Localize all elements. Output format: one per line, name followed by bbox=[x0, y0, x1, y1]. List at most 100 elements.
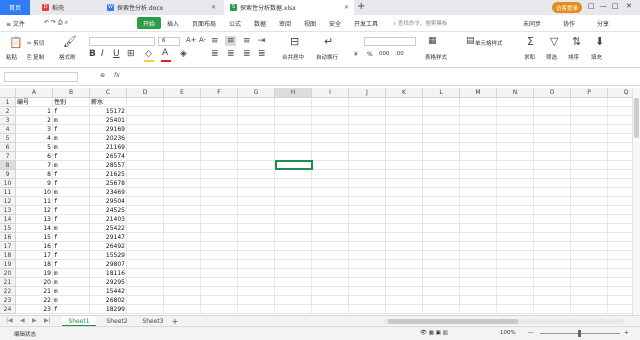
table-cell[interactable]: 15172 bbox=[90, 107, 127, 116]
table-cell[interactable]: 8 bbox=[16, 170, 53, 179]
row-header[interactable]: 23 bbox=[0, 296, 16, 305]
table-cell[interactable] bbox=[497, 278, 534, 287]
table-cell[interactable] bbox=[386, 143, 423, 152]
select-all-corner[interactable] bbox=[0, 88, 16, 98]
table-cell[interactable] bbox=[201, 170, 238, 179]
row-header[interactable]: 8 bbox=[0, 161, 16, 170]
table-cell[interactable]: f bbox=[53, 251, 90, 260]
fill-label[interactable]: 填充 bbox=[591, 53, 602, 61]
view-mode-icons[interactable]: 👁 ▦ ▣ ▥ bbox=[420, 330, 448, 336]
table-cell[interactable] bbox=[534, 215, 571, 224]
merge-icon[interactable]: ⊟ bbox=[290, 36, 299, 47]
sheet-last-icon[interactable]: ▶| bbox=[44, 317, 51, 324]
tab-docer[interactable]: D 稻壳 bbox=[36, 0, 98, 15]
table-cell[interactable] bbox=[534, 125, 571, 134]
table-cell[interactable] bbox=[164, 278, 201, 287]
table-cell[interactable] bbox=[312, 161, 349, 170]
table-cell[interactable] bbox=[349, 242, 386, 251]
table-cell[interactable]: f bbox=[53, 305, 90, 314]
table-cell[interactable] bbox=[534, 98, 571, 107]
table-cell[interactable]: m bbox=[53, 287, 90, 296]
table-cell[interactable] bbox=[127, 143, 164, 152]
cell-style-icon[interactable]: ▤ bbox=[466, 37, 475, 46]
table-cell[interactable] bbox=[201, 215, 238, 224]
table-cell[interactable] bbox=[386, 224, 423, 233]
table-cell[interactable] bbox=[238, 134, 275, 143]
table-cell[interactable] bbox=[534, 296, 571, 305]
table-cell[interactable] bbox=[423, 251, 460, 260]
table-cell[interactable] bbox=[275, 125, 312, 134]
table-cell[interactable] bbox=[127, 206, 164, 215]
table-cell[interactable] bbox=[201, 206, 238, 215]
table-cell[interactable] bbox=[312, 251, 349, 260]
table-cell[interactable] bbox=[497, 224, 534, 233]
table-cell[interactable]: 18299 bbox=[90, 305, 127, 314]
row-header[interactable]: 18 bbox=[0, 251, 16, 260]
table-cell[interactable]: 22 bbox=[16, 296, 53, 305]
table-cell[interactable] bbox=[460, 125, 497, 134]
table-cell[interactable] bbox=[534, 116, 571, 125]
table-cell[interactable] bbox=[238, 251, 275, 260]
table-cell[interactable] bbox=[571, 170, 608, 179]
bold-button[interactable]: B bbox=[89, 50, 96, 59]
table-cell[interactable]: 23 bbox=[16, 305, 53, 314]
align-left-icon[interactable]: ≣ bbox=[211, 50, 219, 59]
table-cell[interactable] bbox=[423, 143, 460, 152]
underline-button[interactable]: U bbox=[113, 50, 120, 59]
table-cell[interactable] bbox=[497, 125, 534, 134]
table-cell[interactable]: 21 bbox=[16, 287, 53, 296]
row-header[interactable]: 11 bbox=[0, 188, 16, 197]
table-cell[interactable]: 17 bbox=[16, 251, 53, 260]
table-cell[interactable] bbox=[534, 251, 571, 260]
table-cell[interactable] bbox=[497, 197, 534, 206]
table-cell[interactable] bbox=[386, 98, 423, 107]
tab-xlsx[interactable]: S 探索性分析数据.xlsx ✕ bbox=[224, 0, 354, 15]
table-cell[interactable] bbox=[201, 251, 238, 260]
table-cell[interactable] bbox=[349, 152, 386, 161]
align-top-icon[interactable]: ≡ bbox=[211, 37, 219, 46]
table-cell[interactable] bbox=[312, 134, 349, 143]
menu-file[interactable]: ≡ 文件 bbox=[6, 19, 25, 28]
table-cell[interactable] bbox=[460, 233, 497, 242]
table-cell[interactable] bbox=[534, 134, 571, 143]
font-size-select[interactable]: 6 bbox=[158, 37, 180, 46]
table-style-icon[interactable]: ▦ bbox=[428, 37, 437, 46]
table-cell[interactable] bbox=[571, 161, 608, 170]
table-cell[interactable] bbox=[534, 107, 571, 116]
table-cell[interactable] bbox=[201, 116, 238, 125]
indent-icon[interactable]: ⇥ bbox=[258, 37, 266, 46]
table-cell[interactable] bbox=[349, 107, 386, 116]
row-header[interactable]: 10 bbox=[0, 179, 16, 188]
vertical-scroll-thumb[interactable] bbox=[634, 98, 639, 138]
table-cell[interactable] bbox=[127, 179, 164, 188]
table-cell[interactable]: f bbox=[53, 125, 90, 134]
row-header[interactable]: 20 bbox=[0, 269, 16, 278]
table-cell[interactable] bbox=[460, 179, 497, 188]
table-cell[interactable] bbox=[423, 233, 460, 242]
menu-security[interactable]: 安全 bbox=[329, 19, 341, 28]
table-cell[interactable] bbox=[275, 152, 312, 161]
zoom-in-button[interactable]: + bbox=[624, 330, 629, 336]
table-cell[interactable] bbox=[238, 305, 275, 314]
table-cell[interactable] bbox=[127, 233, 164, 242]
table-cell[interactable] bbox=[349, 143, 386, 152]
table-cell[interactable] bbox=[349, 161, 386, 170]
table-cell[interactable]: 26802 bbox=[90, 296, 127, 305]
table-cell[interactable]: 26574 bbox=[90, 152, 127, 161]
table-cell[interactable] bbox=[534, 242, 571, 251]
table-cell[interactable] bbox=[571, 305, 608, 314]
table-cell[interactable] bbox=[127, 224, 164, 233]
table-cell[interactable]: f bbox=[53, 215, 90, 224]
row-header[interactable]: 6 bbox=[0, 143, 16, 152]
table-cell[interactable] bbox=[497, 152, 534, 161]
column-header-j[interactable]: J bbox=[349, 88, 386, 98]
table-cell[interactable] bbox=[571, 107, 608, 116]
table-cell[interactable]: 5 bbox=[16, 143, 53, 152]
sum-icon[interactable]: Σ bbox=[527, 36, 534, 47]
wrap-icon[interactable]: ↵ bbox=[324, 36, 333, 47]
table-cell[interactable] bbox=[386, 260, 423, 269]
fill-icon[interactable]: ⬇ bbox=[595, 36, 604, 47]
table-cell[interactable] bbox=[534, 260, 571, 269]
column-header-i[interactable]: I bbox=[312, 88, 349, 98]
table-cell[interactable] bbox=[460, 161, 497, 170]
